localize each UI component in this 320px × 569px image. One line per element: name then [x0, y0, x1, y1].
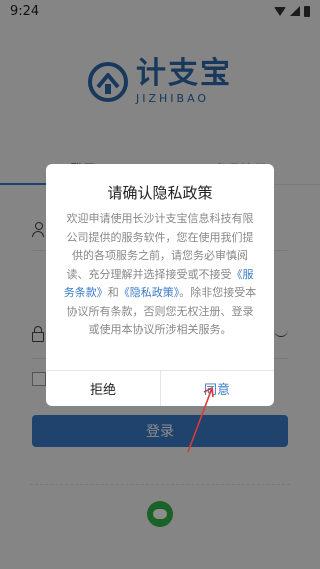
reject-button[interactable]: 拒绝	[46, 370, 160, 406]
dialog-and-text: 和	[107, 286, 119, 299]
privacy-policy-link[interactable]: 《隐私政策》	[119, 286, 180, 299]
dialog-body: 欢迎申请使用长沙计支宝信息科技有限公司提供的服务软件，您在使用我们提供的各项服务…	[62, 210, 258, 340]
annotation-arrow-icon	[187, 386, 214, 453]
dialog-body-text-1: 欢迎申请使用长沙计支宝信息科技有限公司提供的服务软件，您在使用我们提供的各项服务…	[66, 212, 254, 281]
dialog-title: 请确认隐私政策	[107, 184, 213, 202]
privacy-dialog: 请确认隐私政策 欢迎申请使用长沙计支宝信息科技有限公司提供的服务软件，您在使用我…	[46, 164, 274, 406]
